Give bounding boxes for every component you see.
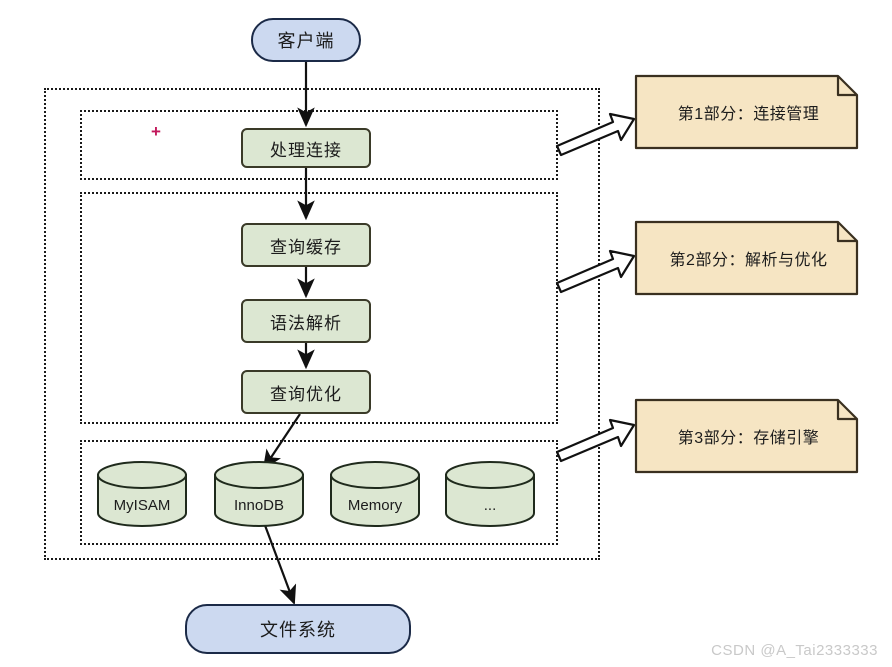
node-filesystem-label: 文件系统 [260, 620, 336, 640]
node-engine-memory[interactable]: Memory [331, 462, 419, 526]
node-query-optimize[interactable]: 查询优化 [241, 370, 371, 414]
node-engine-myisam[interactable]: MyISAM [98, 462, 186, 526]
node-query-cache-label: 查询缓存 [270, 237, 342, 257]
node-syntax-parse-label: 语法解析 [270, 313, 342, 333]
node-filesystem[interactable]: 文件系统 [185, 604, 411, 654]
note-part3-label: 第3部分：存储引擎 [677, 430, 820, 447]
node-handle-connection[interactable]: 处理连接 [241, 128, 371, 168]
watermark: CSDN @A_Tai2333333 [711, 642, 878, 659]
node-engine-innodb[interactable]: InnoDB [215, 462, 303, 526]
node-client[interactable]: 客户端 [251, 18, 361, 62]
node-engine-myisam-label: MyISAM [113, 497, 171, 514]
note-part3[interactable]: 第3部分：存储引擎 [636, 400, 857, 472]
note-part2[interactable]: 第2部分：解析与优化 [636, 222, 857, 294]
node-client-label: 客户端 [277, 31, 335, 51]
note-part1-label: 第1部分：连接管理 [677, 106, 820, 123]
plus-marker-icon: + [151, 122, 161, 141]
note-part1[interactable]: 第1部分：连接管理 [636, 76, 857, 148]
diagram-canvas: + 客户端 文件系统 处理连接 查询缓存 语法解析 查询优化 MyISAM In… [0, 0, 892, 667]
node-engine-innodb-label: InnoDB [233, 497, 285, 514]
node-syntax-parse[interactable]: 语法解析 [241, 299, 371, 343]
node-engine-more-label: ... [483, 497, 497, 514]
note-part2-label: 第2部分：解析与优化 [669, 252, 828, 269]
node-handle-connection-label: 处理连接 [270, 140, 342, 160]
node-query-cache[interactable]: 查询缓存 [241, 223, 371, 267]
node-query-optimize-label: 查询优化 [270, 384, 342, 404]
node-engine-more[interactable]: ... [446, 462, 534, 526]
node-engine-memory-label: Memory [347, 497, 403, 514]
